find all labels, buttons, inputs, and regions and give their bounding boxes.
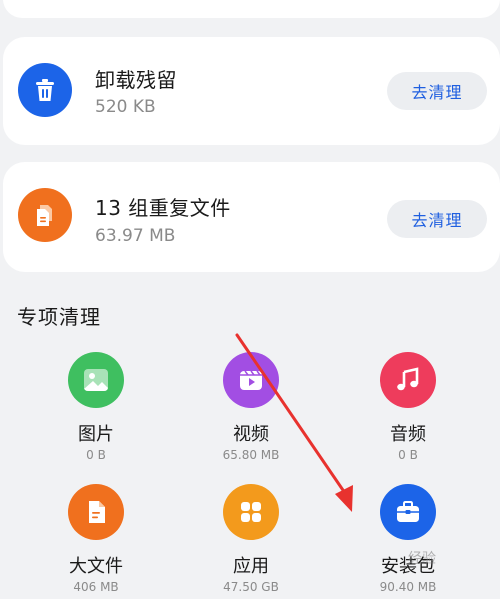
- trash-icon: [18, 63, 72, 117]
- grid-label: 大文件: [69, 556, 123, 577]
- uninstall-residue-card[interactable]: 卸载残留 520 KB 去清理: [3, 37, 500, 145]
- grid-label: 音频: [390, 424, 426, 445]
- card-size: 63.97 MB: [95, 226, 176, 246]
- watermark: 经验: [408, 551, 436, 567]
- grid-label: 应用: [233, 556, 269, 577]
- briefcase-icon: [380, 484, 436, 540]
- grid-item-apps[interactable]: 应用 47.50 GB: [186, 484, 316, 594]
- grid-size: 0 B: [86, 448, 106, 462]
- grid-size: 406 MB: [73, 580, 119, 594]
- music-icon: [380, 352, 436, 408]
- grid-item-audio[interactable]: 音频 0 B: [343, 352, 473, 462]
- image-icon: [68, 352, 124, 408]
- grid-item-large-files[interactable]: 大文件 406 MB: [31, 484, 161, 594]
- card-title: 卸载残留: [95, 68, 177, 92]
- duplicate-files-icon: [18, 188, 72, 242]
- video-icon: [223, 352, 279, 408]
- grid-size: 47.50 GB: [223, 580, 279, 594]
- file-icon: [68, 484, 124, 540]
- section-title: 专项清理: [17, 305, 101, 329]
- clean-button[interactable]: 去清理: [387, 72, 487, 110]
- grid-size: 0 B: [398, 448, 418, 462]
- grid-size: 90.40 MB: [379, 580, 437, 594]
- grid-item-installers[interactable]: 安装包 90.40 MB: [343, 484, 473, 594]
- card-title: 13 组重复文件: [95, 196, 231, 220]
- grid-item-videos[interactable]: 视频 65.80 MB: [186, 352, 316, 462]
- grid-label: 视频: [233, 424, 269, 445]
- apps-icon: [223, 484, 279, 540]
- card-size: 520 KB: [95, 97, 156, 117]
- grid-label: 图片: [78, 424, 114, 445]
- grid-item-images[interactable]: 图片 0 B: [31, 352, 161, 462]
- clean-button[interactable]: 去清理: [387, 200, 487, 238]
- duplicate-files-card[interactable]: 13 组重复文件 63.97 MB 去清理: [3, 162, 500, 272]
- previous-card: [3, 0, 500, 18]
- grid-size: 65.80 MB: [222, 448, 280, 462]
